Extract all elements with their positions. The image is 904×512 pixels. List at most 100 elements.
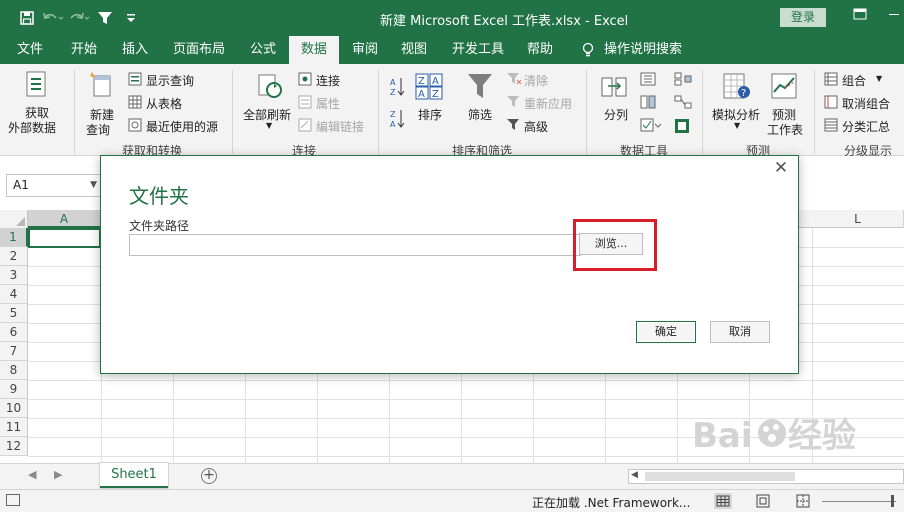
ungroup-button[interactable]: 取消组合	[842, 95, 890, 112]
row-header[interactable]: 5	[0, 304, 28, 323]
customize-icon[interactable]	[118, 9, 144, 27]
svg-text:Bai: Bai	[692, 416, 753, 456]
advanced-button[interactable]: 高级	[524, 118, 548, 135]
what-if-dropdown-icon[interactable]: ▼	[734, 121, 740, 130]
baidu-watermark-logo: Bai 经验	[692, 416, 856, 456]
page-layout-view-icon[interactable]	[754, 493, 772, 509]
recent-sources-icon	[128, 118, 142, 132]
row-header[interactable]: 10	[0, 399, 28, 418]
filter-icon[interactable]	[92, 9, 118, 27]
forecast-sheet-button-line2[interactable]: 工作表	[767, 121, 803, 138]
subtotal-button[interactable]: 分类汇总	[842, 118, 890, 135]
add-sheet-icon[interactable]: +	[201, 468, 217, 484]
data-model-icon[interactable]	[674, 118, 690, 134]
column-header-l[interactable]: L	[812, 210, 904, 228]
chevron-down-icon[interactable]: ▼	[90, 175, 97, 196]
ribbon-display-icon[interactable]	[850, 8, 870, 26]
tab-formulas[interactable]: 公式	[241, 36, 285, 64]
login-button[interactable]: 登录	[780, 8, 826, 27]
dialog-title: 文件夹	[129, 184, 189, 208]
select-all-corner[interactable]	[0, 210, 28, 228]
minimize-icon[interactable]	[884, 8, 904, 26]
redo-icon[interactable]	[66, 9, 92, 27]
filter-funnel-icon	[468, 74, 492, 98]
reapply-button[interactable]: 重新应用	[524, 95, 572, 112]
from-table-button[interactable]: 从表格	[146, 95, 182, 112]
sort-button[interactable]: 排序	[418, 106, 442, 123]
page-break-view-icon[interactable]	[794, 493, 812, 509]
row-header[interactable]: 9	[0, 380, 28, 399]
scrollbar-thumb[interactable]	[645, 472, 795, 481]
row-header[interactable]: 12	[0, 437, 28, 456]
ribbon-separator	[702, 70, 703, 154]
new-query-button-line2[interactable]: 查询	[86, 121, 110, 138]
row-header[interactable]: 11	[0, 418, 28, 437]
sort-descending-icon[interactable]: ZA	[388, 108, 406, 130]
data-validation-icon[interactable]	[640, 118, 662, 132]
active-cell[interactable]	[28, 228, 101, 248]
zoom-slider-thumb[interactable]	[891, 495, 894, 507]
row-header[interactable]: 4	[0, 285, 28, 304]
forecast-sheet-icon	[771, 73, 797, 99]
recent-sources-button[interactable]: 最近使用的源	[146, 118, 218, 135]
tell-me-search[interactable]: 操作说明搜索	[600, 36, 686, 64]
refresh-dropdown-icon[interactable]: ▼	[266, 121, 272, 130]
close-icon[interactable]: ✕	[772, 158, 790, 178]
tab-home[interactable]: 开始	[62, 36, 106, 64]
group-dropdown-icon[interactable]: ▼	[876, 74, 882, 83]
remove-duplicates-icon[interactable]	[640, 95, 656, 109]
undo-icon[interactable]	[40, 9, 66, 27]
svg-text:Z: Z	[432, 89, 439, 100]
sort-ascending-icon[interactable]: AZ	[388, 76, 406, 98]
tab-data[interactable]: 数据	[289, 36, 339, 64]
row-header[interactable]: 8	[0, 361, 28, 380]
zoom-slider[interactable]	[822, 501, 896, 502]
svg-text:A: A	[418, 89, 425, 100]
relationships-icon[interactable]	[674, 95, 692, 109]
folder-path-input[interactable]	[129, 234, 581, 256]
ok-button[interactable]: 确定	[636, 321, 696, 343]
ribbon-tabs: 文件 开始 插入 页面布局 公式 数据 审阅 视图 开发工具 帮助 操作说明搜索	[0, 36, 904, 64]
macro-record-icon[interactable]	[6, 494, 20, 506]
folder-dialog: ✕ 文件夹 文件夹路径 浏览... 确定 取消	[100, 155, 799, 374]
row-header[interactable]: 3	[0, 266, 28, 285]
text-to-columns-button[interactable]: 分列	[604, 106, 628, 123]
tab-insert[interactable]: 插入	[113, 36, 157, 64]
sort-icon: Z AA Z	[415, 73, 443, 100]
tab-file[interactable]: 文件	[8, 36, 52, 64]
show-queries-icon	[128, 72, 142, 86]
edit-links-button[interactable]: 编辑链接	[316, 118, 364, 135]
tab-view[interactable]: 视图	[392, 36, 436, 64]
connections-button[interactable]: 连接	[316, 72, 340, 89]
tab-developer[interactable]: 开发工具	[445, 36, 511, 64]
consolidate-icon[interactable]	[674, 72, 692, 86]
properties-button[interactable]: 属性	[316, 95, 340, 112]
window-title: 新建 Microsoft Excel 工作表.xlsx - Excel	[380, 14, 629, 29]
row-header[interactable]: 7	[0, 342, 28, 361]
horizontal-scrollbar[interactable]: ◀	[628, 469, 904, 484]
scroll-left-arrow-icon[interactable]: ◀	[631, 470, 638, 480]
scroll-left-icon[interactable]: ◀	[28, 468, 36, 481]
tab-page-layout[interactable]: 页面布局	[166, 36, 232, 64]
title-bar: 新建 Microsoft Excel 工作表.xlsx - Excel 登录	[0, 0, 904, 36]
tab-help[interactable]: 帮助	[518, 36, 562, 64]
tab-review[interactable]: 审阅	[343, 36, 387, 64]
get-external-data-button-line2[interactable]: 外部数据	[8, 119, 56, 136]
show-queries-button[interactable]: 显示查询	[146, 72, 194, 89]
group-icon	[824, 72, 838, 86]
filter-button[interactable]: 筛选	[468, 106, 492, 123]
column-header-a[interactable]: A	[28, 210, 101, 228]
clear-button[interactable]: 清除	[524, 72, 548, 89]
group-button[interactable]: 组合	[842, 72, 866, 89]
sheet-tab-sheet1[interactable]: Sheet1	[100, 463, 168, 488]
status-message: 正在加载 .Net Framework...	[532, 496, 691, 510]
flash-fill-icon[interactable]	[640, 72, 656, 86]
row-header[interactable]: 1	[0, 228, 28, 247]
row-header[interactable]: 6	[0, 323, 28, 342]
cancel-button[interactable]: 取消	[710, 321, 770, 343]
scroll-right-icon[interactable]: ▶	[54, 468, 62, 481]
name-box[interactable]: A1 ▼	[6, 174, 102, 197]
normal-view-icon[interactable]	[714, 493, 732, 509]
save-icon[interactable]	[14, 9, 40, 27]
row-header[interactable]: 2	[0, 247, 28, 266]
